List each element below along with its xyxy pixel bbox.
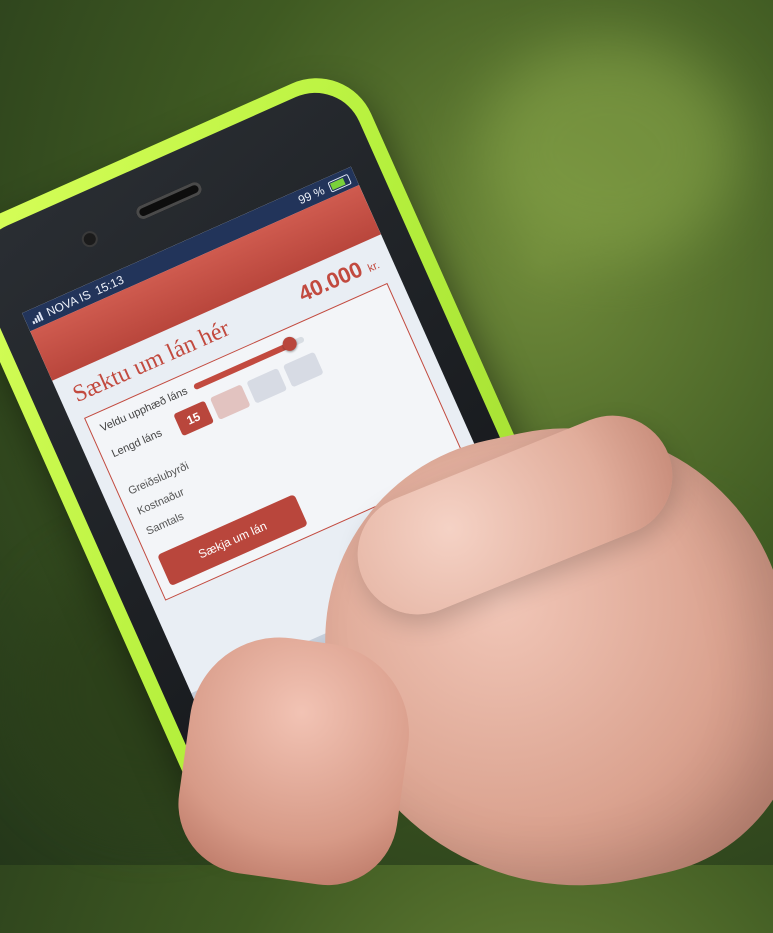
length-chip-3[interactable] [246, 368, 288, 404]
length-chip-4[interactable] [282, 351, 324, 388]
slider-handle[interactable] [280, 334, 300, 354]
length-label: Lengd láns [109, 427, 164, 461]
front-camera-icon [81, 231, 98, 248]
currency-label: kr. [366, 259, 382, 275]
length-chip-2[interactable] [209, 384, 251, 421]
background-blur-1 [480, 40, 740, 260]
length-chip-selected[interactable]: 15 [173, 400, 214, 437]
signal-icon [30, 311, 44, 325]
earpiece-icon [134, 179, 204, 222]
